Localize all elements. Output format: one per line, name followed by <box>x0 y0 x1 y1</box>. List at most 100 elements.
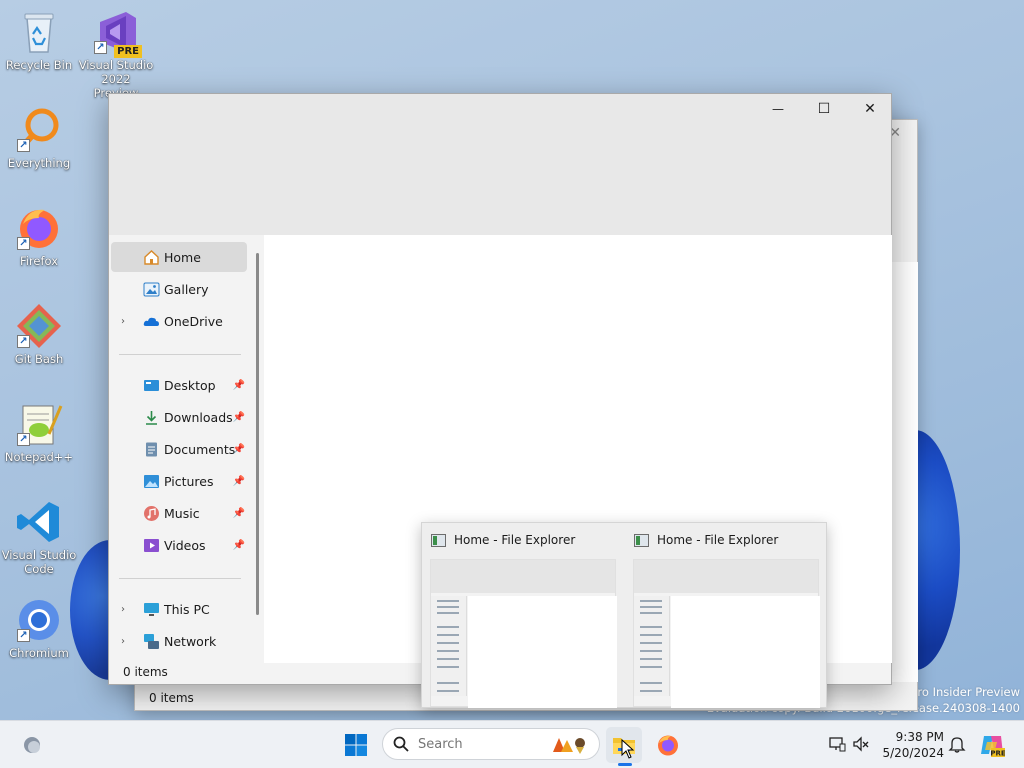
nav-item-documents[interactable]: Documents 📌 <box>111 434 247 464</box>
volume-muted-icon[interactable] <box>852 735 870 753</box>
close-icon: ✕ <box>864 101 876 117</box>
close-button[interactable]: ✕ <box>847 94 893 124</box>
clock-time: 9:38 PM <box>895 730 944 744</box>
active-app-indicator <box>618 763 632 766</box>
nav-item-gallery[interactable]: Gallery <box>111 274 247 304</box>
taskbar[interactable]: 9:38 PM 5/20/2024 PRE <box>0 720 1024 768</box>
desktop-icon-recycle-bin[interactable]: Recycle Bin <box>1 8 77 72</box>
system-clock[interactable]: 9:38 PM 5/20/2024 <box>878 729 944 761</box>
chevron-right-icon[interactable]: › <box>121 604 125 615</box>
evaluation-watermark-line1: Pro Insider Preview <box>910 685 1020 699</box>
shortcut-arrow-icon: ↗ <box>94 41 107 54</box>
desktop-icon-chromium[interactable]: ↗ Chromium <box>1 596 77 660</box>
vscode-icon <box>15 498 63 546</box>
nav-item-desktop[interactable]: Desktop 📌 <box>111 370 247 400</box>
this-pc-icon <box>144 602 159 616</box>
pin-icon[interactable]: 📌 <box>233 508 245 519</box>
search-icon <box>393 736 409 752</box>
minimize-icon: — <box>772 102 784 116</box>
firefox-icon: ↗ <box>15 204 63 252</box>
nav-item-music[interactable]: Music 📌 <box>111 498 247 528</box>
nav-item-network[interactable]: › Network <box>111 626 247 656</box>
nav-divider <box>119 354 241 355</box>
notification-bell-icon[interactable] <box>948 735 966 753</box>
taskbar-firefox-button[interactable] <box>650 727 686 763</box>
nav-item-downloads[interactable]: Downloads 📌 <box>111 402 247 432</box>
copilot-button[interactable]: PRE <box>974 727 1010 763</box>
preview-nav-pane <box>431 596 467 696</box>
title-bar[interactable]: — ☐ ✕ <box>109 94 891 235</box>
pin-icon[interactable]: 📌 <box>233 476 245 487</box>
shortcut-arrow-icon: ↗ <box>17 335 30 348</box>
notepad-plus-plus-icon: ↗ <box>15 400 63 448</box>
maximize-button[interactable]: ☐ <box>801 94 847 124</box>
widgets-button[interactable] <box>14 727 50 763</box>
thumbnail-window-1[interactable]: Home - File Explorer <box>422 523 622 709</box>
pin-icon[interactable]: 📌 <box>233 412 245 423</box>
clock-date: 5/20/2024 <box>882 746 944 760</box>
search-highlight-leaf-icon <box>553 738 585 754</box>
git-bash-icon: ↗ <box>15 302 63 350</box>
desktop-icon-vscode[interactable]: Visual Studio Code <box>1 498 77 576</box>
preview-title-bar <box>431 560 615 593</box>
thumbnail-preview <box>430 559 617 708</box>
minimize-button[interactable]: — <box>755 94 801 124</box>
copilot-preview-icon: PRE <box>981 736 1005 758</box>
network-status-icon[interactable] <box>828 735 846 753</box>
videos-icon <box>144 538 159 552</box>
desktop-icon-notepad-plus-plus[interactable]: ↗ Notepad++ <box>1 400 77 464</box>
shortcut-arrow-icon: ↗ <box>17 237 30 250</box>
gallery-icon <box>143 282 160 296</box>
nav-divider <box>119 578 241 579</box>
thumbnail-title: Home - File Explorer <box>454 533 576 547</box>
maximize-icon: ☐ <box>817 101 831 117</box>
search-input[interactable] <box>418 737 538 752</box>
preview-badge: PRE <box>114 45 142 58</box>
file-explorer-icon <box>634 534 649 547</box>
taskbar-search-box[interactable] <box>382 728 600 760</box>
status-item-count: 0 items <box>149 691 194 705</box>
pictures-icon <box>144 474 159 488</box>
desktop-icon-firefox[interactable]: ↗ Firefox <box>1 204 77 268</box>
taskbar-file-explorer-button[interactable] <box>606 727 642 763</box>
firefox-icon <box>658 735 678 756</box>
nav-item-home[interactable]: Home <box>111 242 247 272</box>
everything-search-icon: ↗ <box>15 106 63 154</box>
pin-icon[interactable]: 📌 <box>233 380 245 391</box>
network-icon <box>144 633 159 649</box>
navigation-pane[interactable]: Home Gallery › OneDrive Desktop 📌 Downlo… <box>109 235 264 663</box>
thumbnail-title: Home - File Explorer <box>657 533 779 547</box>
chevron-right-icon[interactable]: › <box>121 636 125 647</box>
pin-icon[interactable]: 📌 <box>233 444 245 455</box>
shortcut-arrow-icon: ↗ <box>17 629 30 642</box>
start-button[interactable] <box>338 727 374 763</box>
preview-title-bar <box>634 560 818 593</box>
nav-item-onedrive[interactable]: › OneDrive <box>111 306 247 336</box>
pin-icon[interactable]: 📌 <box>233 540 245 551</box>
svg-text:PRE: PRE <box>990 750 1005 758</box>
documents-icon <box>146 442 157 456</box>
shortcut-arrow-icon: ↗ <box>17 433 30 446</box>
nav-item-pictures[interactable]: Pictures 📌 <box>111 466 247 496</box>
desktop-folder-icon <box>144 379 159 391</box>
desktop-icon-everything[interactable]: ↗ Everything <box>1 106 77 170</box>
visual-studio-preview-icon: PRE ↗ <box>92 8 142 58</box>
thumbnail-preview <box>633 559 820 708</box>
preview-nav-pane <box>634 596 670 696</box>
desktop-icon-git-bash[interactable]: ↗ Git Bash <box>1 302 77 366</box>
file-explorer-icon <box>431 534 446 547</box>
shortcut-arrow-icon: ↗ <box>17 139 30 152</box>
music-icon <box>144 505 159 521</box>
taskbar-thumbnail-popup[interactable]: Home - File Explorer Home - File Explore… <box>421 522 827 708</box>
preview-content <box>671 596 820 708</box>
chevron-right-icon[interactable]: › <box>121 316 125 327</box>
desktop-icon-visual-studio-preview[interactable]: PRE ↗ Visual Studio 2022 Preview <box>78 8 154 100</box>
nav-item-videos[interactable]: Videos 📌 <box>111 530 247 560</box>
nav-item-this-pc[interactable]: › This PC <box>111 594 247 624</box>
downloads-icon <box>146 410 157 425</box>
weather-widget-icon <box>24 737 40 753</box>
mouse-cursor-icon <box>621 739 635 759</box>
nav-pane-scrollbar[interactable] <box>256 253 259 615</box>
onedrive-icon <box>143 317 159 326</box>
thumbnail-window-2[interactable]: Home - File Explorer <box>625 523 825 709</box>
